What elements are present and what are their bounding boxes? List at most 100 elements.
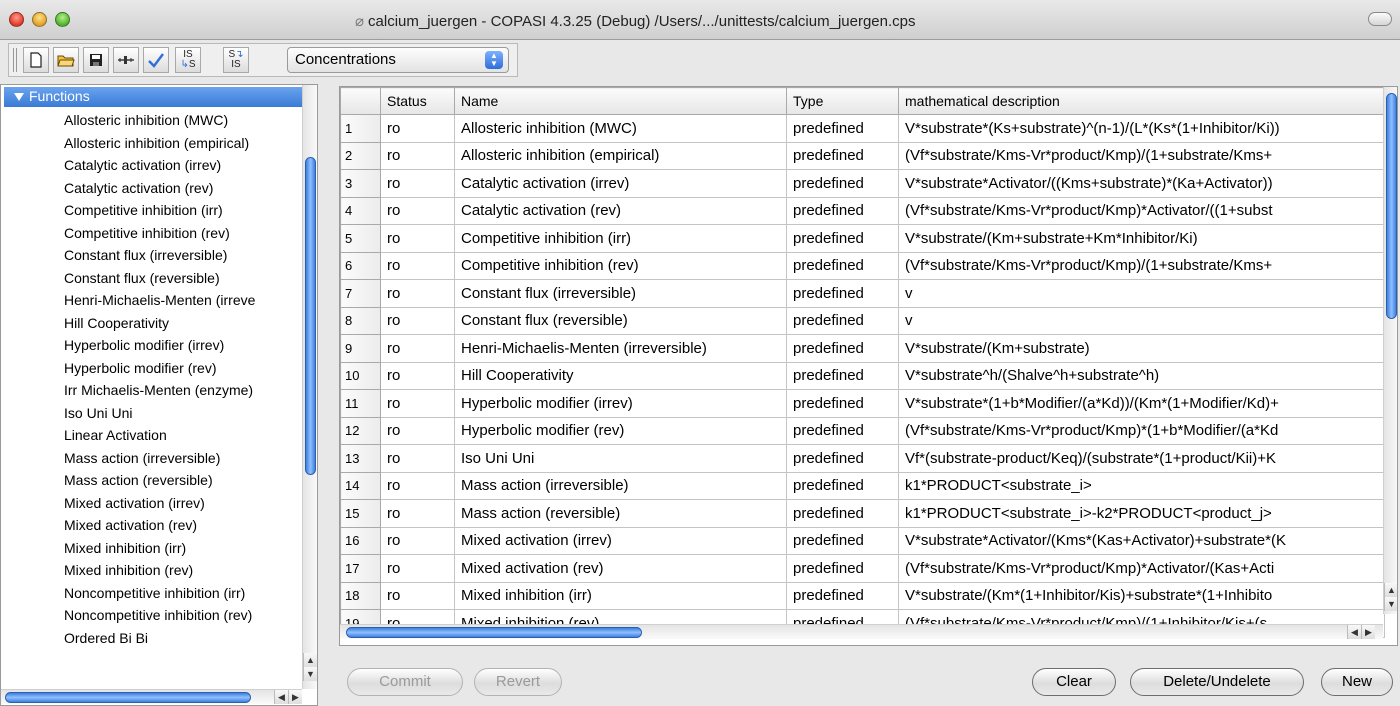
scroll-right-arrow-icon[interactable]: ▶ — [288, 690, 302, 704]
status-cell[interactable]: ro — [380, 114, 455, 143]
tree-item[interactable]: Mixed activation (rev) — [64, 514, 304, 537]
tree-item[interactable]: Irr Michaelis-Menten (enzyme) — [64, 379, 304, 402]
s-to-is-button[interactable]: S↴ IS — [223, 47, 249, 73]
row-number-cell[interactable]: 4 — [340, 196, 381, 225]
scroll-right-arrow-icon[interactable]: ▶ — [1361, 625, 1375, 639]
type-cell[interactable]: predefined — [786, 361, 899, 390]
description-cell[interactable]: (Vf*substrate/Kms-Vr*product/Kmp)*(1+b*M… — [898, 416, 1385, 445]
check-model-button[interactable] — [143, 47, 169, 73]
row-number-cell[interactable]: 16 — [340, 526, 381, 555]
type-cell[interactable]: predefined — [786, 169, 899, 198]
name-cell[interactable]: Iso Uni Uni — [454, 444, 787, 473]
delete-undelete-button[interactable]: Delete/Undelete — [1130, 668, 1304, 696]
tree-horizontal-scrollbar[interactable]: ◀ ▶ — [1, 689, 302, 704]
description-cell[interactable]: Vf*(substrate-product/Keq)/(substrate*(1… — [898, 444, 1385, 473]
name-cell[interactable]: Allosteric inhibition (MWC) — [454, 114, 787, 143]
description-cell[interactable]: V*substrate/(Km*(1+Inhibitor/Kis)+substr… — [898, 581, 1385, 610]
description-cell[interactable]: k1*PRODUCT<substrate_i>-k2*PRODUCT<produ… — [898, 499, 1385, 528]
scroll-down-arrow-icon[interactable]: ▼ — [1384, 597, 1397, 611]
tree-item[interactable]: Noncompetitive inhibition (rev) — [64, 604, 304, 627]
disclosure-triangle-icon[interactable] — [14, 93, 24, 101]
name-cell[interactable]: Catalytic activation (rev) — [454, 196, 787, 225]
table-vertical-scroll-thumb[interactable] — [1386, 93, 1397, 319]
type-cell[interactable]: predefined — [786, 554, 899, 583]
table-row[interactable]: 13 ro Iso Uni Uni predefined Vf*(substrate-p… — [340, 444, 1385, 473]
description-cell[interactable]: V*substrate/(Km+substrate+Km*Inhibitor/K… — [898, 224, 1385, 253]
row-number-cell[interactable]: 6 — [340, 251, 381, 280]
description-cell[interactable]: v — [898, 279, 1385, 308]
status-cell[interactable]: ro — [380, 169, 455, 198]
tree-item[interactable]: Mass action (irreversible) — [64, 447, 304, 470]
is-to-s-button[interactable]: IS ↳S — [175, 47, 201, 73]
row-number-cell[interactable]: 15 — [340, 499, 381, 528]
table-row[interactable]: 18 ro Mixed inhibition (irr) predefined V*su… — [340, 581, 1385, 610]
type-cell[interactable]: predefined — [786, 471, 899, 500]
status-cell[interactable]: ro — [380, 334, 455, 363]
table-row[interactable]: 3 ro Catalytic activation (irrev) predefine… — [340, 169, 1385, 198]
tree-item[interactable]: Iso Uni Uni — [64, 402, 304, 425]
status-cell[interactable]: ro — [380, 361, 455, 390]
tree-horizontal-scroll-thumb[interactable] — [5, 692, 251, 703]
status-cell[interactable]: ro — [380, 306, 455, 335]
tree-item[interactable]: Competitive inhibition (irr) — [64, 199, 304, 222]
name-cell[interactable]: Mixed activation (irrev) — [454, 526, 787, 555]
status-cell[interactable]: ro — [380, 251, 455, 280]
table-horizontal-scrollbar[interactable]: ◀ ▶ — [340, 624, 1383, 639]
name-cell[interactable]: Mass action (reversible) — [454, 499, 787, 528]
row-number-cell[interactable]: 17 — [340, 554, 381, 583]
name-cell[interactable]: Allosteric inhibition (empirical) — [454, 141, 787, 170]
name-cell[interactable]: Mass action (irreversible) — [454, 471, 787, 500]
tree-item[interactable]: Hill Cooperativity — [64, 312, 304, 335]
type-cell[interactable]: predefined — [786, 141, 899, 170]
tree-root-functions[interactable]: Functions — [4, 87, 304, 107]
row-number-cell[interactable]: 14 — [340, 471, 381, 500]
description-cell[interactable]: (Vf*substrate/Kms-Vr*product/Kmp)*Activa… — [898, 196, 1385, 225]
table-row[interactable]: 11 ro Hyperbolic modifier (irrev) predefine… — [340, 389, 1385, 418]
type-cell[interactable]: predefined — [786, 114, 899, 143]
table-horizontal-scroll-thumb[interactable] — [346, 627, 642, 638]
tree-item[interactable]: Ordered Bi Bi — [64, 627, 304, 650]
tree-item[interactable]: Allosteric inhibition (MWC) — [64, 109, 304, 132]
row-number-cell[interactable]: 7 — [340, 279, 381, 308]
description-cell[interactable]: (Vf*substrate/Kms-Vr*product/Kmp)/(1+sub… — [898, 141, 1385, 170]
tree-item[interactable]: Mass action (reversible) — [64, 469, 304, 492]
status-cell[interactable]: ro — [380, 581, 455, 610]
row-number-cell[interactable]: 2 — [340, 141, 381, 170]
row-number-cell[interactable]: 12 — [340, 416, 381, 445]
table-row[interactable]: 12 ro Hyperbolic modifier (rev) predefined(… — [340, 416, 1385, 445]
type-cell[interactable]: predefined — [786, 581, 899, 610]
type-cell[interactable]: predefined — [786, 251, 899, 280]
type-cell[interactable]: predefined — [786, 526, 899, 555]
table-row[interactable]: 6 ro Competitive inhibition (rev) predefine… — [340, 251, 1385, 280]
tree-item[interactable]: Catalytic activation (irrev) — [64, 154, 304, 177]
commit-button[interactable]: Commit — [347, 668, 463, 696]
status-cell[interactable]: ro — [380, 471, 455, 500]
scroll-left-arrow-icon[interactable]: ◀ — [1347, 625, 1361, 639]
row-number-cell[interactable]: 8 — [340, 306, 381, 335]
name-cell[interactable]: Competitive inhibition (rev) — [454, 251, 787, 280]
description-cell[interactable]: V*substrate*(1+b*Modifier/(a*Kd))/(Km*(1… — [898, 389, 1385, 418]
table-vertical-scrollbar[interactable]: ▲ ▼ — [1383, 87, 1397, 614]
status-cell[interactable]: ro — [380, 196, 455, 225]
type-cell[interactable]: predefined — [786, 196, 899, 225]
table-row[interactable]: 5 ro Competitive inhibition (irr) predefine… — [340, 224, 1385, 253]
table-row[interactable]: 1 ro Allosteric inhibition (MWC) predefined… — [340, 114, 1385, 143]
row-number-cell[interactable]: 3 — [340, 169, 381, 198]
table-row[interactable]: 16 ro Mixed activation (irrev) predefined V*… — [340, 526, 1385, 555]
table-row[interactable]: 4 ro Catalytic activation (rev) predefined(… — [340, 196, 1385, 225]
status-cell[interactable]: ro — [380, 279, 455, 308]
tree-item[interactable]: Constant flux (reversible) — [64, 267, 304, 290]
row-number-cell[interactable]: 1 — [340, 114, 381, 143]
row-number-cell[interactable]: 5 — [340, 224, 381, 253]
status-cell[interactable]: ro — [380, 526, 455, 555]
description-cell[interactable]: v — [898, 306, 1385, 335]
tree-item[interactable]: Hyperbolic modifier (irrev) — [64, 334, 304, 357]
status-cell[interactable]: ro — [380, 224, 455, 253]
slider-button[interactable] — [113, 47, 139, 73]
table-row[interactable]: 14 ro Mass action (irreversible) predefined… — [340, 471, 1385, 500]
scroll-up-arrow-icon[interactable]: ▲ — [1384, 583, 1397, 597]
description-cell[interactable]: k1*PRODUCT<substrate_i> — [898, 471, 1385, 500]
table-row[interactable]: 17 ro Mixed activation (rev) predefined (Vf*… — [340, 554, 1385, 583]
toolbar-grip[interactable] — [13, 48, 17, 72]
type-cell[interactable]: predefined — [786, 499, 899, 528]
